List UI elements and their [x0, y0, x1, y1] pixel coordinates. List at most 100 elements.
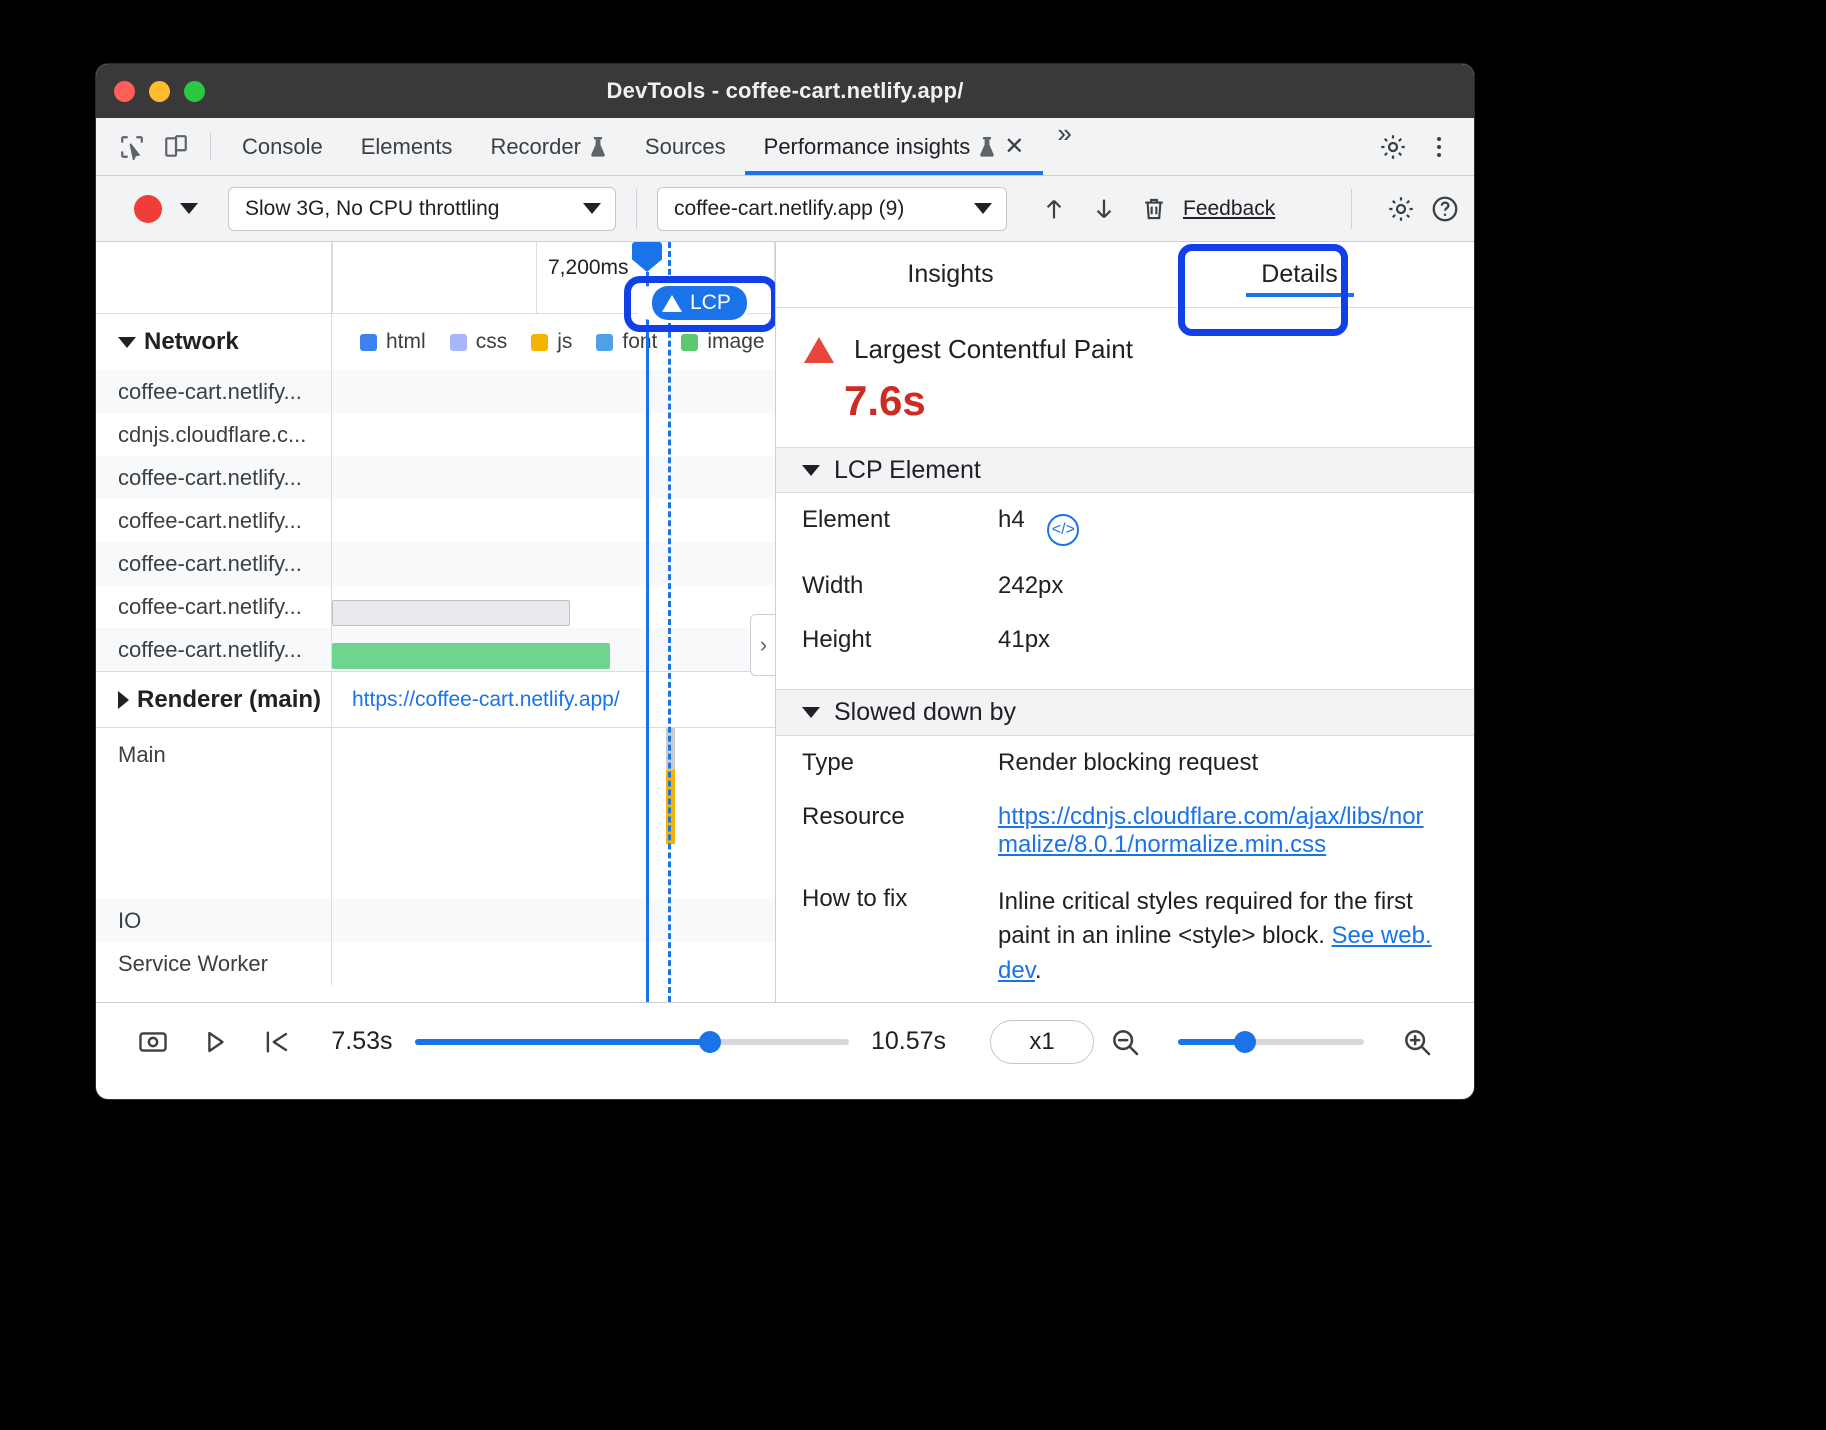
device-toolbar-icon[interactable]: [154, 118, 198, 175]
details-expander-chevron-right-icon[interactable]: ›: [750, 614, 776, 676]
renderer-url-link[interactable]: https://coffee-cart.netlify.app/: [332, 688, 620, 711]
inspect-icon[interactable]: [110, 118, 154, 175]
tab-insights[interactable]: Insights: [776, 242, 1125, 307]
track-group-network-name[interactable]: Network: [96, 314, 332, 370]
detail-key: Width: [802, 572, 998, 600]
network-row-waterfall: [332, 456, 775, 499]
screen-root: DevTools - coffee-cart.netlify.app/ Cons…: [0, 0, 1826, 1430]
timeline-ruler[interactable]: 7,200ms 8,000m: [96, 242, 775, 314]
zoom-out-icon[interactable]: [1094, 1026, 1156, 1058]
legend-label: image: [707, 330, 764, 354]
track-group-renderer-name[interactable]: Renderer (main): [96, 672, 332, 727]
maximize-window-button[interactable]: [184, 81, 205, 102]
record-options-chevron-down-icon[interactable]: [180, 203, 198, 214]
playback-speed-button[interactable]: x1: [990, 1020, 1094, 1064]
devtools-window: DevTools - coffee-cart.netlify.app/ Cons…: [96, 64, 1474, 1099]
timeline-panel[interactable]: 7,200ms 8,000m LCP: [96, 242, 776, 1002]
jump-to-start-icon[interactable]: [246, 1027, 308, 1057]
legend-swatch: [360, 334, 377, 351]
timeline-footer-controls: 7.53s 10.57s x1: [96, 1002, 1474, 1080]
section-lcp-element[interactable]: LCP Element: [776, 447, 1474, 493]
throttling-select[interactable]: Slow 3G, No CPU throttling: [228, 187, 616, 231]
network-row[interactable]: coffee-cart.netlify...: [96, 456, 775, 499]
chevron-down-icon[interactable]: [802, 707, 820, 718]
feedback-link[interactable]: Feedback: [1183, 197, 1275, 221]
window-traffic-lights[interactable]: [114, 81, 205, 102]
tab-elements[interactable]: Elements: [342, 118, 472, 175]
renderer-row-service-worker[interactable]: Service Worker: [96, 942, 775, 985]
flame-block-gray[interactable]: [666, 728, 675, 770]
network-row-waterfall: [332, 499, 775, 542]
network-row[interactable]: coffee-cart.netlify...: [96, 370, 775, 413]
code-icon[interactable]: </>: [1047, 514, 1079, 546]
details-panel: Insights Details Largest Contentful Pain…: [776, 242, 1474, 1002]
tab-label: Elements: [361, 134, 453, 160]
toolbar-divider: [636, 189, 637, 229]
network-legend: html css js: [332, 314, 775, 370]
network-row[interactable]: coffee-cart.netlify...: [96, 542, 775, 585]
section-slowed-down-by[interactable]: Slowed down by: [776, 689, 1474, 735]
legend-swatch: [531, 334, 548, 351]
legend-label: css: [476, 330, 508, 354]
gear-icon[interactable]: [1376, 194, 1426, 224]
legend-item-image: image: [681, 330, 764, 354]
network-row[interactable]: coffee-cart.netlify...: [96, 499, 775, 542]
close-tab-icon[interactable]: ✕: [1004, 135, 1024, 159]
legend-item-css: css: [450, 330, 508, 354]
metric-header: Largest Contentful Paint: [776, 308, 1474, 373]
upload-icon[interactable]: [1029, 195, 1079, 223]
tab-recorder[interactable]: Recorder: [471, 118, 625, 175]
range-knob[interactable]: [699, 1031, 721, 1053]
main-split: 7,200ms 8,000m LCP: [96, 242, 1474, 1002]
resource-link[interactable]: https://cdnjs.cloudflare.com/ajax/libs/n…: [998, 803, 1424, 858]
help-icon[interactable]: [1430, 194, 1460, 224]
metric-value: 7.6s: [776, 377, 1474, 425]
legend-item-html: html: [360, 330, 426, 354]
minimize-window-button[interactable]: [149, 81, 170, 102]
detail-value: 41px: [998, 626, 1474, 654]
ruler-tick: [332, 242, 333, 313]
record-button[interactable]: [134, 195, 162, 223]
network-row[interactable]: coffee-cart.netlify...: [96, 585, 775, 628]
network-row[interactable]: coffee-cart.netlify...: [96, 628, 775, 671]
chevron-down-icon[interactable]: [802, 465, 820, 476]
legend-swatch: [681, 334, 698, 351]
renderer-row-name: Main: [96, 728, 332, 899]
chevron-down-icon[interactable]: [118, 337, 136, 348]
renderer-row-io[interactable]: IO: [96, 899, 775, 942]
detail-key: Height: [802, 626, 998, 654]
chevron-right-icon[interactable]: [118, 691, 129, 709]
tab-details[interactable]: Details: [1125, 242, 1474, 307]
target-select[interactable]: coffee-cart.netlify.app (9): [657, 187, 1007, 231]
flame-block-js[interactable]: [666, 770, 675, 844]
track-group-renderer[interactable]: Renderer (main) https://coffee-cart.netl…: [96, 671, 775, 727]
throttling-value: Slow 3G, No CPU throttling: [245, 197, 499, 221]
time-range-slider[interactable]: [415, 1039, 849, 1045]
screenshot-toggle-icon[interactable]: [122, 1026, 184, 1058]
close-window-button[interactable]: [114, 81, 135, 102]
zoom-knob[interactable]: [1234, 1031, 1256, 1053]
renderer-row-name: Service Worker: [96, 942, 332, 985]
toolbar-right-actions: [1331, 189, 1464, 229]
network-row[interactable]: cdnjs.cloudflare.c...: [96, 413, 775, 456]
network-row-waterfall: [332, 628, 775, 671]
play-icon[interactable]: [184, 1027, 246, 1057]
tab-console[interactable]: Console: [223, 118, 342, 175]
legend-label: font: [622, 330, 657, 354]
renderer-row-main[interactable]: Main: [96, 727, 775, 899]
zoom-slider[interactable]: [1178, 1039, 1364, 1045]
network-request-bar[interactable]: [332, 600, 570, 626]
legend-item-js: js: [531, 330, 572, 354]
zoom-in-icon[interactable]: [1386, 1026, 1448, 1058]
kebab-menu-icon[interactable]: [1416, 137, 1462, 157]
renderer-url-cell: https://coffee-cart.netlify.app/: [332, 672, 775, 727]
tab-sources[interactable]: Sources: [626, 118, 745, 175]
trash-icon[interactable]: [1129, 195, 1179, 223]
experiment-flask-icon: [978, 136, 996, 158]
gear-icon[interactable]: [1370, 132, 1416, 162]
more-tabs-icon[interactable]: »: [1043, 118, 1085, 175]
download-icon[interactable]: [1079, 195, 1129, 223]
network-request-bar[interactable]: [332, 643, 610, 669]
tab-performance-insights[interactable]: Performance insights ✕: [745, 118, 1044, 175]
track-group-network[interactable]: Network html css: [96, 314, 775, 370]
